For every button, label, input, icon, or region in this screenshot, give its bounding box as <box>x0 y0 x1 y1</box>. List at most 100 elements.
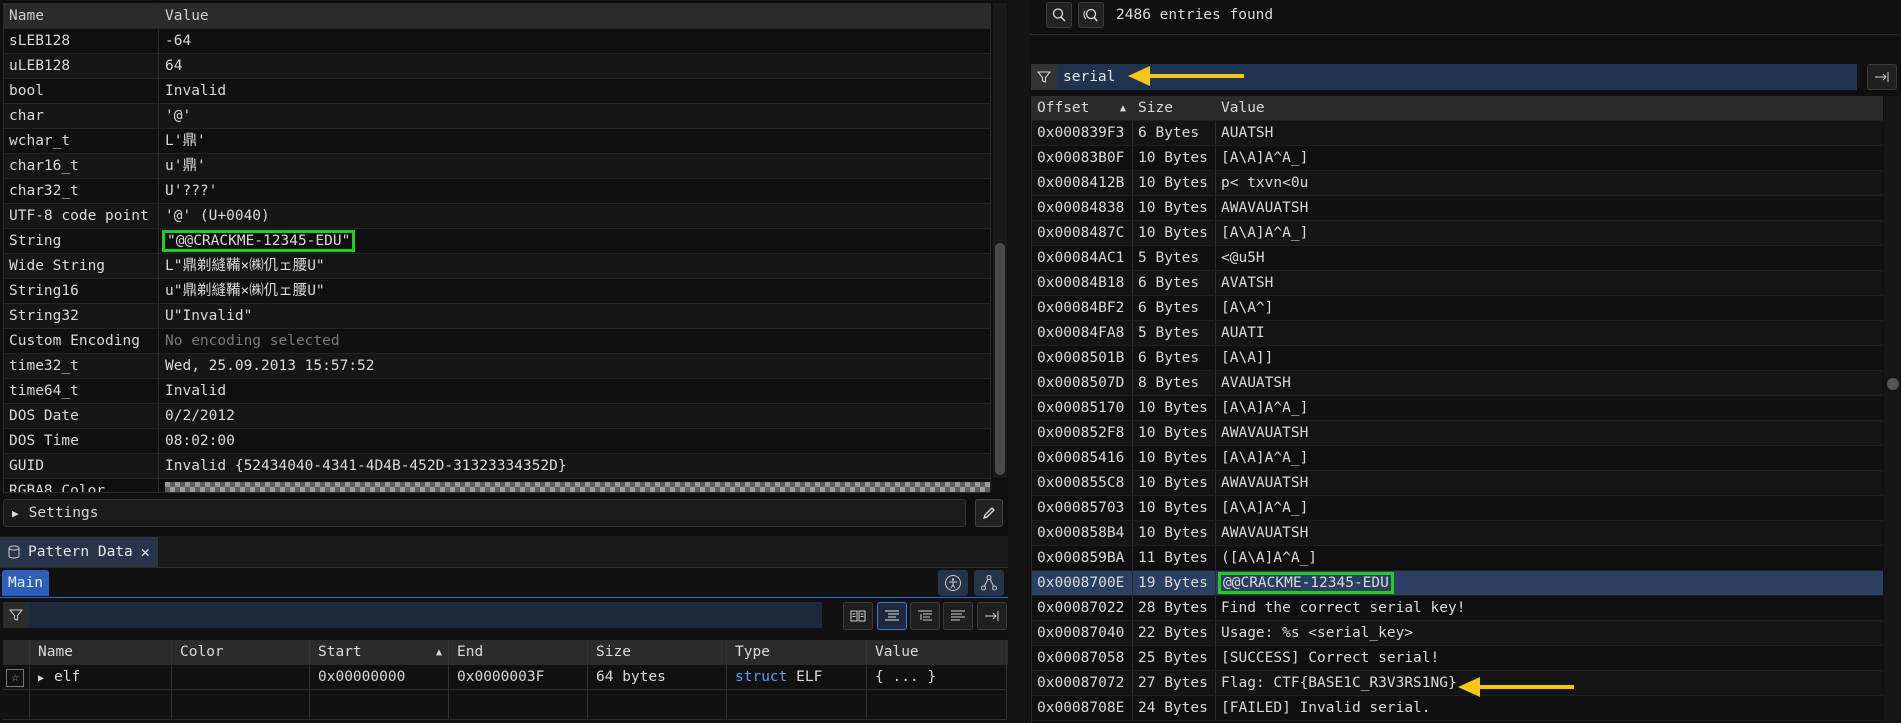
flat-list-button[interactable] <box>943 602 973 630</box>
column-header-name[interactable]: Name <box>30 640 172 665</box>
inspector-row[interactable]: time32_t Wed, 25.09.2013 15:57:52 <box>4 354 990 379</box>
inspector-type-value[interactable]: u'鼎' <box>159 154 990 178</box>
inspector-row[interactable]: uLEB128 64 <box>4 54 990 79</box>
inspector-row[interactable]: GUID Invalid {52434040-4341-4D4B-452D-313… <box>4 454 990 479</box>
table-row[interactable]: 0x00087022 28 Bytes Find the correct seria… <box>1032 596 1883 621</box>
inspector-row[interactable]: char '@' <box>4 104 990 129</box>
panel-divider[interactable] <box>1008 0 1030 723</box>
inspector-row[interactable]: char16_t u'鼎' <box>4 154 990 179</box>
table-row[interactable]: 0x00083B0F 10 Bytes [A\A]A^A_] <box>1032 146 1883 171</box>
table-row[interactable]: 0x00087040 22 Bytes Usage: %s <serial_key> <box>1032 621 1883 646</box>
strings-scrollbar[interactable] <box>1884 96 1900 723</box>
inspector-type-value[interactable]: U"Invalid" <box>159 304 990 328</box>
edit-button[interactable] <box>975 499 1003 527</box>
inspector-row[interactable]: bool Invalid <box>4 79 990 104</box>
inspector-type-value[interactable]: "@@CRACKME-12345-EDU" <box>159 229 990 253</box>
table-row[interactable]: 0x0008507D 8 Bytes AVAUATSH <box>1032 371 1883 396</box>
inspector-type-value[interactable]: Wed, 25.09.2013 15:57:52 <box>159 354 990 378</box>
inspector-type-value[interactable]: L'鼎' <box>159 129 990 153</box>
inspector-row[interactable]: wchar_t L'鼎' <box>4 129 990 154</box>
inspector-type-value[interactable]: 64 <box>159 54 990 78</box>
column-header-offset[interactable]: Offset ▲ <box>1032 96 1133 120</box>
inspector-type-value[interactable]: '@' <box>159 104 990 128</box>
table-row[interactable]: 0x0008487C 10 Bytes [A\A]A^A_] <box>1032 221 1883 246</box>
column-header-start[interactable]: Start ▲ <box>310 640 449 665</box>
tree-style-2-button[interactable] <box>910 602 940 630</box>
inspector-row[interactable]: DOS Time 08:02:00 <box>4 429 990 454</box>
column-header-value[interactable]: Value <box>1216 96 1883 120</box>
inspector-type-value[interactable]: Invalid <box>159 379 990 403</box>
inspector-type-value[interactable]: Invalid {52434040-4341-4D4B-452D-3132333… <box>159 454 990 478</box>
table-row[interactable]: 0x00087058 25 Bytes [SUCCESS] Correct seri… <box>1032 646 1883 671</box>
column-header-end[interactable]: End <box>449 640 588 665</box>
inspector-scrollbar-thumb[interactable] <box>995 243 1005 475</box>
inspector-row[interactable]: time64_t Invalid <box>4 379 990 404</box>
search-button[interactable] <box>1046 2 1072 28</box>
export-button[interactable] <box>1867 64 1897 90</box>
pattern-filter-input[interactable] <box>29 602 822 628</box>
star-icon[interactable]: ☆ <box>6 669 24 687</box>
table-row[interactable]: 0x00084B18 6 Bytes AVATSH <box>1032 271 1883 296</box>
tab-pattern-data[interactable]: Pattern Data ✕ <box>0 537 158 567</box>
table-row[interactable]: 0x000859BA 11 Bytes ([A\A]A^A_] <box>1032 546 1883 571</box>
inspector-type-value[interactable]: U'???' <box>159 179 990 203</box>
tab-main[interactable]: Main <box>2 569 49 596</box>
column-header-size[interactable]: Size <box>588 640 727 665</box>
column-header-color[interactable]: Color <box>172 640 310 665</box>
table-row[interactable]: 0x00084838 10 Bytes AWAVAUATSH <box>1032 196 1883 221</box>
inspector-row[interactable]: UTF-8 code point '@' (U+0040) <box>4 204 990 229</box>
inspector-row[interactable]: String16 u"鼎剃縫鞴×㈱仉ェ腰U" <box>4 279 990 304</box>
table-row[interactable]: 0x000855C8 10 Bytes AWAVAUATSH <box>1032 471 1883 496</box>
inspector-type-value[interactable]: '@' (U+0040) <box>159 204 990 228</box>
table-row[interactable]: 0x000858B4 10 Bytes AWAVAUATSH <box>1032 521 1883 546</box>
tree-view-button[interactable] <box>974 569 1004 596</box>
inspector-scrollbar[interactable] <box>993 3 1007 477</box>
column-header-size[interactable]: Size <box>1133 96 1216 120</box>
table-row[interactable]: 0x00085416 10 Bytes [A\A]A^A_] <box>1032 446 1883 471</box>
inspector-type-value[interactable]: 0/2/2012 <box>159 404 990 428</box>
table-row[interactable]: 0x00085170 10 Bytes [A\A]A^A_] <box>1032 396 1883 421</box>
expand-arrow-icon[interactable]: ▶ <box>38 673 44 684</box>
column-header-value[interactable]: Value <box>867 640 1007 665</box>
inspector-row[interactable]: Wide String L"鼎剃縫鞴×㈱仉ェ腰U" <box>4 254 990 279</box>
table-row[interactable]: 0x0008708E 24 Bytes [FAILED] Invalid seria… <box>1032 696 1883 721</box>
inspector-type-value[interactable]: Invalid <box>159 79 990 103</box>
strings-scrollbar-thumb[interactable] <box>1887 378 1899 390</box>
inspector-row[interactable]: String "@@CRACKME-12345-EDU" <box>4 229 990 254</box>
pattern-name-cell[interactable]: ▶ elf <box>30 665 172 690</box>
inspector-value-column-header[interactable]: Value <box>159 4 990 28</box>
tree-style-1-button[interactable] <box>877 602 907 630</box>
inspector-row[interactable]: sLEB128 -64 <box>4 29 990 54</box>
inspector-row[interactable]: RGBA8 Color <box>4 479 990 492</box>
inspector-row[interactable]: String32 U"Invalid" <box>4 304 990 329</box>
inspector-name-column-header[interactable]: Name <box>4 4 159 28</box>
table-row[interactable]: 0x000839F3 6 Bytes AUATSH <box>1032 121 1883 146</box>
inspector-type-value[interactable]: u"鼎剃縫鞴×㈱仉ェ腰U" <box>159 279 990 303</box>
reset-search-button[interactable] <box>1078 2 1104 28</box>
inspector-row[interactable]: DOS Date 0/2/2012 <box>4 404 990 429</box>
inspector-type-value[interactable]: 08:02:00 <box>159 429 990 453</box>
inspector-type-value[interactable]: L"鼎剃縫鞴×㈱仉ェ腰U" <box>159 254 990 278</box>
close-icon[interactable]: ✕ <box>141 543 150 561</box>
book-view-button[interactable] <box>843 602 873 630</box>
table-row[interactable]: 0x000852F8 10 Bytes AWAVAUATSH <box>1032 421 1883 446</box>
table-row[interactable]: 0x00084AC1 5 Bytes <@u5H <box>1032 246 1883 271</box>
inspector-row[interactable]: char32_t U'???' <box>4 179 990 204</box>
inspector-row[interactable]: Custom Encoding No encoding selected <box>4 329 990 354</box>
table-row[interactable]: 0x00084FA8 5 Bytes AUATI <box>1032 321 1883 346</box>
accessibility-button[interactable] <box>938 569 968 596</box>
table-row[interactable]: 0x00084BF2 6 Bytes [A\A^] <box>1032 296 1883 321</box>
inspector-type-value[interactable]: -64 <box>159 29 990 53</box>
inspector-type-value[interactable] <box>159 479 990 492</box>
column-header-type[interactable]: Type <box>727 640 867 665</box>
inspector-type-value[interactable]: No encoding selected <box>159 329 990 353</box>
table-row[interactable]: 0x00085703 10 Bytes [A\A]A^A_] <box>1032 496 1883 521</box>
filter-button[interactable] <box>1031 64 1057 90</box>
filter-button[interactable] <box>3 602 29 628</box>
table-row[interactable]: 0x0008412B 10 Bytes p< txvn<0u <box>1032 171 1883 196</box>
table-row[interactable]: 0x0008700E 19 Bytes @@CRACKME-12345-EDU <box>1032 571 1883 596</box>
export-button[interactable] <box>977 602 1007 630</box>
table-row[interactable]: ☆ ▶ elf 0x00000000 0x0000003F 64 bytes st… <box>3 665 1008 690</box>
settings-collapsible[interactable]: ▶ Settings <box>3 499 966 527</box>
favorite-star-cell[interactable]: ☆ <box>3 665 30 690</box>
